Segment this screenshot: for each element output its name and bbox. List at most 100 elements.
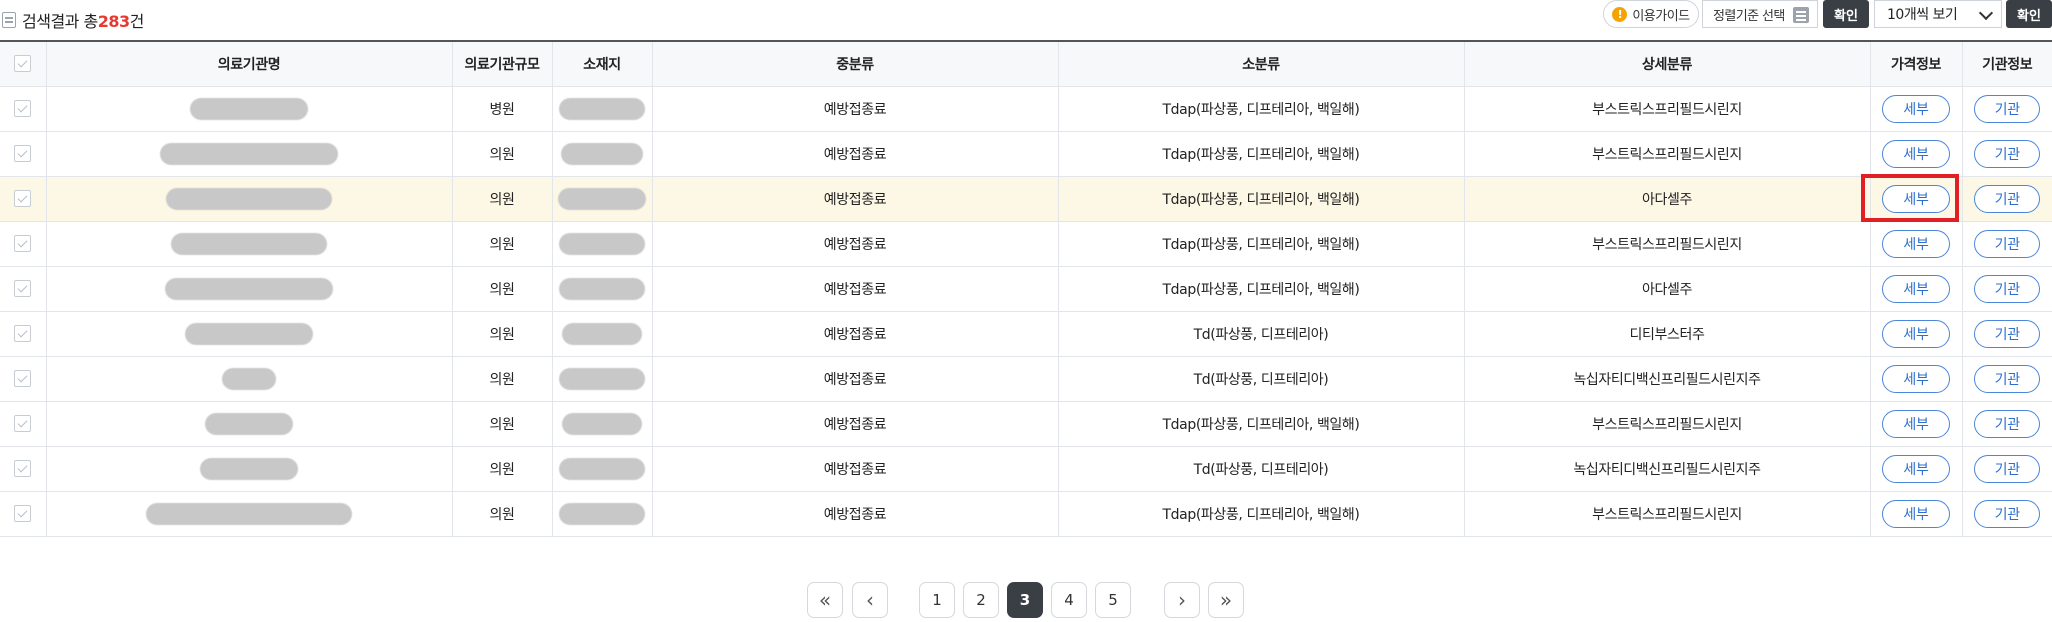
double-chevron-left-icon[interactable]: « — [807, 582, 843, 618]
table-row[interactable]: 의원 예방접종료 Tdap(파상풍, 디프테리아, 백일해) 부스트릭스프리필드시린지… — [0, 131, 2052, 177]
page-button-current[interactable]: 3 — [1007, 582, 1043, 618]
price-detail-button[interactable]: 세부 — [1882, 139, 1950, 168]
sub-category-cell: Tdap(파상풍, 디프테리아, 백일해) — [1058, 491, 1465, 537]
org-info-button[interactable]: 기관 — [1974, 229, 2041, 258]
detail-category-cell: 부스트릭스프리필드시린지 — [1464, 491, 1871, 537]
price-detail-button[interactable]: 세부 — [1882, 274, 1950, 303]
table-row[interactable]: 의원 예방접종료 Td(파상풍, 디프테리아) 녹십자티디백신프리필드시린지주 세부 기관 — [0, 356, 2052, 402]
org-info-cell: 기관 — [1962, 356, 2052, 402]
result-prefix: 검색결과 총 — [22, 12, 98, 31]
user-guide-label: 이용가이드 — [1632, 8, 1690, 24]
org-info-button[interactable]: 기관 — [1974, 499, 2041, 528]
org-info-button[interactable]: 기관 — [1974, 94, 2041, 123]
page-button[interactable]: 5 — [1095, 582, 1131, 618]
sort-select[interactable]: 정렬기준 선택 — [1702, 0, 1818, 28]
detail-category-cell: 아다셀주 — [1464, 176, 1871, 222]
header-sub-category: 소분류 — [1058, 40, 1465, 87]
sub-category-cell: Tdap(파상풍, 디프테리아, 백일해) — [1058, 131, 1465, 177]
per-page-select[interactable]: 10개씩 보기 — [1874, 0, 2002, 28]
header-org-info: 기관정보 — [1962, 40, 2052, 87]
redacted-institution-name — [160, 142, 338, 165]
per-page-confirm-button[interactable]: 확인 — [2006, 0, 2052, 28]
org-info-button[interactable]: 기관 — [1974, 184, 2041, 213]
institution-name-cell — [46, 356, 453, 402]
redacted-institution-name — [205, 412, 293, 435]
table-row[interactable]: 의원 예방접종료 Td(파상풍, 디프테리아) 디티부스터주 세부 기관 — [0, 311, 2052, 357]
row-checkbox[interactable] — [14, 325, 32, 342]
sub-category-cell: Tdap(파상풍, 디프테리아, 백일해) — [1058, 176, 1465, 222]
table-row[interactable]: 의원 예방접종료 Tdap(파상풍, 디프테리아, 백일해) 부스트릭스프리필드시린지… — [0, 401, 2052, 447]
select-all-checkbox[interactable] — [14, 55, 32, 73]
result-count: 283 — [97, 12, 130, 31]
detail-category-cell: 부스트릭스프리필드시린지 — [1464, 86, 1871, 132]
table-row[interactable]: 의원 예방접종료 Td(파상풍, 디프테리아) 녹십자티디백신프리필드시린지주 세부 기관 — [0, 446, 2052, 492]
location-cell — [552, 356, 653, 402]
row-checkbox[interactable] — [14, 100, 32, 117]
row-select-cell — [0, 356, 47, 402]
chevron-left-icon[interactable]: ‹ — [852, 582, 888, 618]
row-checkbox[interactable] — [14, 145, 32, 162]
price-detail-button[interactable]: 세부 — [1882, 454, 1950, 483]
price-detail-button[interactable]: 세부 — [1882, 229, 1950, 258]
redacted-institution-name — [165, 277, 333, 300]
header-location: 소재지 — [552, 40, 653, 87]
row-checkbox[interactable] — [14, 190, 32, 207]
page-button[interactable]: 4 — [1051, 582, 1087, 618]
org-info-button[interactable]: 기관 — [1974, 319, 2041, 348]
table-row[interactable]: 의원 예방접종료 Tdap(파상풍, 디프테리아, 백일해) 아다셀주 세부 기관 — [0, 266, 2052, 312]
price-info-cell: 세부 — [1870, 401, 1963, 447]
row-checkbox[interactable] — [14, 280, 32, 297]
sub-category-cell: Td(파상풍, 디프테리아) — [1058, 356, 1465, 402]
location-cell — [552, 446, 653, 492]
price-detail-button[interactable]: 세부 — [1882, 319, 1950, 348]
org-info-cell: 기관 — [1962, 86, 2052, 132]
row-checkbox[interactable] — [14, 505, 32, 522]
org-info-button[interactable]: 기관 — [1974, 364, 2041, 393]
sort-select-label: 정렬기준 선택 — [1713, 8, 1785, 24]
mid-category-cell: 예방접종료 — [652, 131, 1059, 177]
chevron-right-icon[interactable]: › — [1164, 582, 1200, 618]
table-row[interactable]: 의원 예방접종료 Tdap(파상풍, 디프테리아, 백일해) 아다셀주 세부 기관 — [0, 176, 2052, 222]
institution-name-cell — [46, 131, 453, 177]
redacted-institution-name — [146, 502, 352, 525]
org-info-button[interactable]: 기관 — [1974, 139, 2041, 168]
price-detail-button[interactable]: 세부 — [1882, 364, 1950, 393]
institution-scale-cell: 의원 — [452, 491, 553, 537]
header-institution-name: 의료기관명 — [46, 40, 453, 87]
row-checkbox[interactable] — [14, 415, 32, 432]
price-detail-button[interactable]: 세부 — [1882, 94, 1950, 123]
page-button[interactable]: 2 — [963, 582, 999, 618]
org-info-button[interactable]: 기관 — [1974, 454, 2041, 483]
org-info-button[interactable]: 기관 — [1974, 274, 2041, 303]
location-cell — [552, 176, 653, 222]
location-cell — [552, 491, 653, 537]
institution-scale-cell: 의원 — [452, 131, 553, 177]
price-detail-button[interactable]: 세부 — [1882, 499, 1950, 528]
price-info-cell: 세부 — [1870, 356, 1963, 402]
org-info-cell: 기관 — [1962, 221, 2052, 267]
institution-name-cell — [46, 311, 453, 357]
price-detail-button[interactable]: 세부 — [1882, 409, 1950, 438]
detail-category-cell: 디티부스터주 — [1464, 311, 1871, 357]
org-info-cell: 기관 — [1962, 131, 2052, 177]
institution-name-cell — [46, 446, 453, 492]
row-checkbox[interactable] — [14, 235, 32, 252]
table-row[interactable]: 병원 예방접종료 Tdap(파상풍, 디프테리아, 백일해) 부스트릭스프리필드시린지… — [0, 86, 2052, 132]
institution-scale-cell: 의원 — [452, 401, 553, 447]
table-row[interactable]: 의원 예방접종료 Tdap(파상풍, 디프테리아, 백일해) 부스트릭스프리필드시린지… — [0, 221, 2052, 267]
org-info-button[interactable]: 기관 — [1974, 409, 2041, 438]
price-info-cell: 세부 — [1870, 131, 1963, 177]
mid-category-cell: 예방접종료 — [652, 356, 1059, 402]
user-guide-button[interactable]: ! 이용가이드 — [1603, 0, 1699, 28]
page-button[interactable]: 1 — [919, 582, 955, 618]
table-row[interactable]: 의원 예방접종료 Tdap(파상풍, 디프테리아, 백일해) 부스트릭스프리필드시린지… — [0, 491, 2052, 537]
row-checkbox[interactable] — [14, 460, 32, 477]
sub-category-cell: Tdap(파상풍, 디프테리아, 백일해) — [1058, 401, 1465, 447]
double-chevron-right-icon[interactable]: » — [1208, 582, 1244, 618]
price-info-cell: 세부 — [1870, 86, 1963, 132]
row-checkbox[interactable] — [14, 370, 32, 387]
row-select-cell — [0, 131, 47, 177]
redacted-location — [561, 142, 643, 165]
price-detail-button[interactable]: 세부 — [1882, 184, 1950, 213]
sort-confirm-button[interactable]: 확인 — [1823, 0, 1869, 28]
